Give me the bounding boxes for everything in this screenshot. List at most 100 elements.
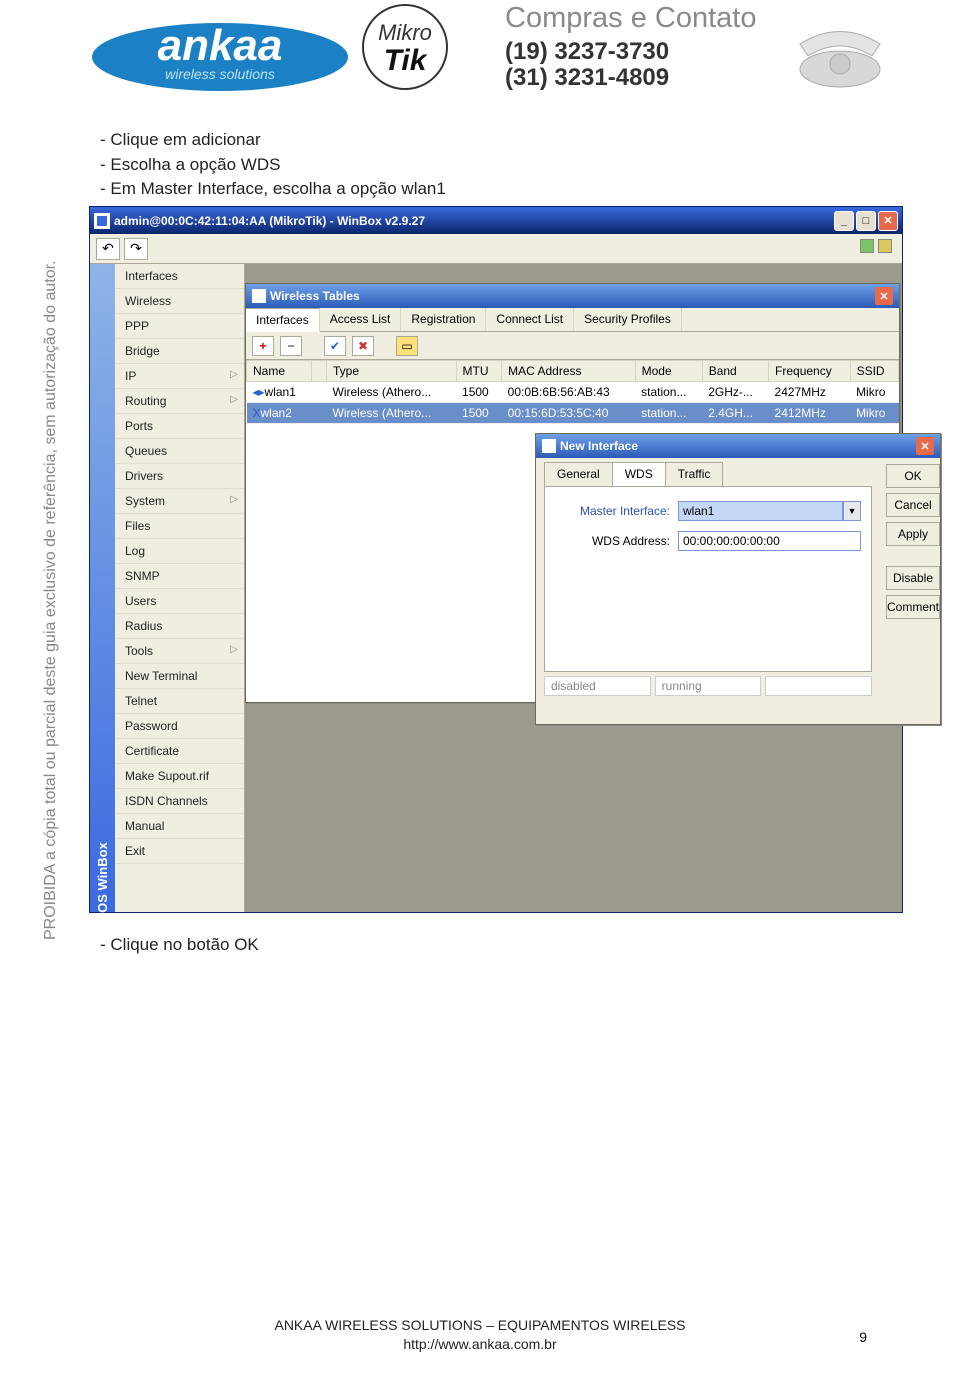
remove-button[interactable]: − bbox=[280, 336, 302, 356]
menu-item-radius[interactable]: Radius bbox=[115, 614, 244, 639]
wireless-tables-toolbar: + − ✔ ✖ ▭ bbox=[246, 332, 899, 360]
tab-connect-list[interactable]: Connect List bbox=[486, 308, 574, 331]
status-cell: disabled bbox=[544, 676, 651, 696]
contact-block: Compras e Contato (19) 3237-3730 (31) 32… bbox=[505, 2, 756, 92]
status-cell bbox=[765, 676, 872, 696]
menu-item-routing[interactable]: Routing▷ bbox=[115, 389, 244, 414]
master-interface-label: Master Interface: bbox=[555, 504, 670, 518]
wds-address-input[interactable] bbox=[678, 531, 861, 551]
table-row[interactable]: ◂▸wlan1Wireless (Athero...150000:0B:6B:5… bbox=[247, 382, 899, 403]
mikrotik-logo: Mikro Tik bbox=[360, 2, 450, 97]
footer-line2: http://www.ankaa.com.br bbox=[0, 1335, 960, 1355]
menu-item-tools[interactable]: Tools▷ bbox=[115, 639, 244, 664]
menu-item-manual[interactable]: Manual bbox=[115, 814, 244, 839]
tab-traffic[interactable]: Traffic bbox=[665, 462, 724, 486]
menu-item-wireless[interactable]: Wireless bbox=[115, 289, 244, 314]
table-cell: Xwlan2 bbox=[247, 403, 312, 424]
tab-access-list[interactable]: Access List bbox=[320, 308, 402, 331]
tab-interfaces[interactable]: Interfaces bbox=[246, 308, 320, 332]
column-header[interactable]: Frequency bbox=[769, 361, 851, 382]
apply-button[interactable]: Apply bbox=[886, 522, 940, 546]
menu-item-users[interactable]: Users bbox=[115, 589, 244, 614]
table-cell: Wireless (Athero... bbox=[327, 403, 457, 424]
menu-item-ports[interactable]: Ports bbox=[115, 414, 244, 439]
submenu-arrow-icon: ▷ bbox=[230, 394, 238, 405]
menu-item-ip[interactable]: IP▷ bbox=[115, 364, 244, 389]
svg-text:Tik: Tik bbox=[384, 44, 428, 77]
menu-item-drivers[interactable]: Drivers bbox=[115, 464, 244, 489]
menu-item-new-terminal[interactable]: New Terminal bbox=[115, 664, 244, 689]
interface-table: Name TypeMTUMAC AddressModeBandFrequencyS… bbox=[246, 360, 899, 424]
maximize-button[interactable]: □ bbox=[856, 211, 876, 231]
column-header[interactable] bbox=[311, 361, 326, 382]
ok-button[interactable]: OK bbox=[886, 464, 940, 488]
column-header[interactable]: MAC Address bbox=[502, 361, 635, 382]
disable-button[interactable]: ✖ bbox=[352, 336, 374, 356]
menu-item-password[interactable]: Password bbox=[115, 714, 244, 739]
window-title: admin@00:0C:42:11:04:AA (MikroTik) - Win… bbox=[114, 214, 834, 228]
comment-button[interactable]: ▭ bbox=[396, 336, 418, 356]
wireless-tables-titlebar[interactable]: Wireless Tables ✕ bbox=[246, 284, 899, 308]
table-cell: 2.4GH... bbox=[702, 403, 768, 424]
menu-item-isdn-channels[interactable]: ISDN Channels bbox=[115, 789, 244, 814]
new-interface-titlebar[interactable]: New Interface ✕ bbox=[536, 434, 940, 458]
winbox-toolbar: ↶ ↷ bbox=[90, 234, 902, 264]
column-header[interactable]: Mode bbox=[635, 361, 702, 382]
instructions: - Clique em adicionar - Escolha a opção … bbox=[100, 128, 446, 202]
tab-registration[interactable]: Registration bbox=[401, 308, 486, 331]
routeros-sidebar-label: RouterOS WinBox bbox=[90, 264, 115, 912]
menu-item-bridge[interactable]: Bridge bbox=[115, 339, 244, 364]
cancel-button[interactable]: Cancel bbox=[886, 493, 940, 517]
menu-item-queues[interactable]: Queues bbox=[115, 439, 244, 464]
tab-general[interactable]: General bbox=[544, 462, 613, 486]
menu-item-files[interactable]: Files bbox=[115, 514, 244, 539]
menu-item-interfaces[interactable]: Interfaces bbox=[115, 264, 244, 289]
menu-item-ppp[interactable]: PPP bbox=[115, 314, 244, 339]
close-button[interactable]: ✕ bbox=[916, 437, 934, 455]
tab-security-profiles[interactable]: Security Profiles bbox=[574, 308, 682, 331]
menu-item-system[interactable]: System▷ bbox=[115, 489, 244, 514]
new-interface-title: New Interface bbox=[560, 439, 638, 453]
column-header[interactable]: MTU bbox=[456, 361, 502, 382]
table-cell: 2412MHz bbox=[769, 403, 851, 424]
footer-line1: ANKAA WIRELESS SOLUTIONS – EQUIPAMENTOS … bbox=[0, 1316, 960, 1336]
phone-1: (19) 3237-3730 bbox=[505, 39, 756, 65]
tab-wds[interactable]: WDS bbox=[612, 462, 666, 486]
master-interface-input[interactable] bbox=[678, 501, 843, 521]
minimize-button[interactable]: _ bbox=[834, 211, 854, 231]
menu-item-snmp[interactable]: SNMP bbox=[115, 564, 244, 589]
wds-address-label: WDS Address: bbox=[555, 534, 670, 548]
redo-button[interactable]: ↷ bbox=[124, 238, 148, 260]
menu-item-log[interactable]: Log bbox=[115, 539, 244, 564]
enable-button[interactable]: ✔ bbox=[324, 336, 346, 356]
winbox-titlebar[interactable]: admin@00:0C:42:11:04:AA (MikroTik) - Win… bbox=[90, 207, 902, 234]
comment-button[interactable]: Comment bbox=[886, 595, 940, 619]
instruction-after: - Clique no botão OK bbox=[100, 935, 259, 955]
disable-button[interactable]: Disable bbox=[886, 566, 940, 590]
close-button[interactable]: ✕ bbox=[875, 287, 893, 305]
dialog-buttons: OK Cancel Apply Disable Comment bbox=[880, 458, 946, 724]
column-header[interactable]: Name bbox=[247, 361, 312, 382]
window-icon bbox=[252, 289, 266, 303]
menu-item-certificate[interactable]: Certificate bbox=[115, 739, 244, 764]
table-row[interactable]: Xwlan2Wireless (Athero...150000:15:6D:53… bbox=[247, 403, 899, 424]
column-header[interactable]: Type bbox=[327, 361, 457, 382]
submenu-arrow-icon: ▷ bbox=[230, 494, 238, 505]
wds-tab-panel: Master Interface: ▼ WDS Address: bbox=[544, 486, 872, 672]
close-button[interactable]: ✕ bbox=[878, 211, 898, 231]
instruction-line: - Escolha a opção WDS bbox=[100, 153, 446, 178]
column-header[interactable]: Band bbox=[702, 361, 768, 382]
instruction-line: - Em Master Interface, escolha a opção w… bbox=[100, 177, 446, 202]
master-interface-combo[interactable]: ▼ bbox=[678, 501, 861, 521]
menu-item-make-supout-rif[interactable]: Make Supout.rif bbox=[115, 764, 244, 789]
column-header[interactable]: SSID bbox=[850, 361, 898, 382]
dropdown-arrow-icon[interactable]: ▼ bbox=[843, 501, 861, 521]
menu-item-telnet[interactable]: Telnet bbox=[115, 689, 244, 714]
dialog-form-area: GeneralWDSTraffic Master Interface: ▼ WD… bbox=[536, 458, 880, 724]
wireless-tables-title: Wireless Tables bbox=[270, 289, 360, 303]
svg-text:Mikro: Mikro bbox=[378, 20, 432, 45]
undo-button[interactable]: ↶ bbox=[96, 238, 120, 260]
add-button[interactable]: + bbox=[252, 336, 274, 356]
menu-item-exit[interactable]: Exit bbox=[115, 839, 244, 864]
page-number: 9 bbox=[859, 1329, 867, 1345]
